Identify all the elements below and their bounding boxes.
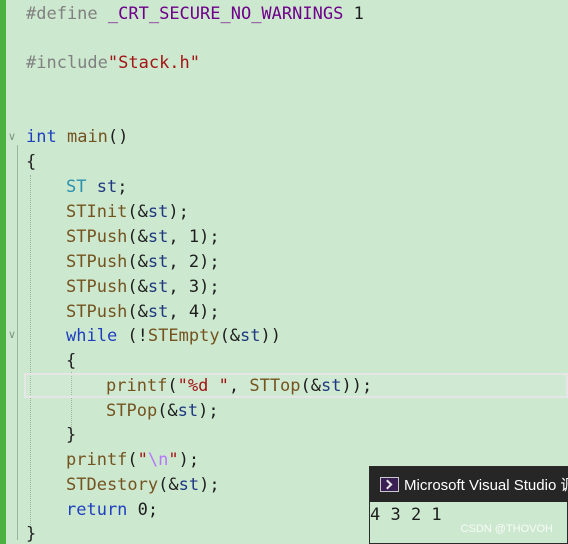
punctuation: (& [127, 277, 148, 297]
code-line-stpush: STPush(&st, 2); [66, 250, 220, 275]
function-name: STPush [66, 227, 128, 247]
code-line-brace-open: { [66, 349, 76, 374]
punctuation: (& [157, 401, 178, 421]
variable: st [177, 401, 199, 421]
code-line-declaration: ST st; [66, 175, 127, 200]
macro-value: 1 [353, 4, 364, 24]
function-name: STPush [66, 277, 128, 297]
punctuation: (& [158, 475, 179, 495]
punctuation: () [107, 127, 129, 147]
punctuation: ); [178, 450, 200, 470]
fold-region-line [17, 343, 18, 443]
punctuation: ); [198, 401, 219, 421]
variable: st [147, 302, 169, 322]
brace: } [26, 524, 37, 544]
function-name: STPop [106, 401, 158, 421]
change-tracking-bar [0, 0, 6, 544]
macro-name: _CRT_SECURE_NO_WARNINGS [107, 4, 344, 24]
punctuation: ( [127, 450, 138, 470]
function-name: printf [106, 376, 168, 396]
indent-guide [30, 175, 31, 525]
punctuation: (& [300, 376, 322, 396]
function-name: STTop [249, 376, 301, 396]
code-line-define: #define _CRT_SECURE_NO_WARNINGS 1 [26, 2, 364, 27]
punctuation: , [228, 376, 250, 396]
keyword: int [26, 127, 57, 147]
debug-console-window[interactable]: Microsoft Visual Studio 调 4 3 2 1 CSDN @… [369, 466, 568, 544]
console-output: 4 3 2 1 [370, 505, 442, 525]
variable: st [321, 376, 342, 396]
punctuation: (& [127, 227, 148, 247]
function-name: STInit [66, 202, 128, 222]
type-name: ST [66, 177, 87, 197]
punctuation: ; [117, 177, 128, 197]
code-line-include: #include"Stack.h" [26, 51, 200, 76]
function-name: printf [66, 450, 128, 470]
brace: } [66, 425, 77, 445]
string-quote: " [137, 450, 148, 470]
string-quote: " [168, 450, 179, 470]
code-line-stpush: STPush(&st, 3); [66, 275, 220, 300]
code-line-main: int main() [26, 125, 128, 150]
punctuation: ); [168, 202, 189, 222]
punctuation: 0; [127, 500, 159, 520]
code-line-return: return 0; [66, 498, 158, 523]
code-editor[interactable]: ∨ ∨ #define _CRT_SECURE_NO_WARNINGS 1 #i… [0, 0, 568, 544]
punctuation: (& [127, 202, 148, 222]
string-literal: "%d " [177, 376, 229, 396]
function-name: STDestory [66, 475, 159, 495]
code-line-stpush: STPush(&st, 4); [66, 300, 220, 325]
code-line-while: while (!STEmpty(&st)) [66, 324, 281, 349]
preprocessor-directive: #include [26, 53, 108, 73]
code-line-printf: printf("%d ", STTop(&st)); [106, 374, 372, 399]
argument: , 2); [168, 252, 220, 272]
punctuation: ); [199, 475, 220, 495]
variable: st [96, 177, 118, 197]
variable: st [240, 326, 261, 346]
argument: , 3); [168, 277, 220, 297]
argument: , 1); [168, 227, 220, 247]
variable: st [178, 475, 200, 495]
argument: , 4); [168, 302, 220, 322]
console-title: Microsoft Visual Studio 调 [404, 477, 568, 494]
punctuation: )); [341, 376, 373, 396]
fold-collapse-icon[interactable]: ∨ [8, 131, 20, 143]
variable: st [147, 277, 169, 297]
punctuation: (& [127, 252, 148, 272]
function-name: main [66, 127, 108, 147]
function-name: STEmpty [147, 326, 220, 346]
keyword: return [66, 500, 128, 520]
escape-sequence: \n [147, 450, 169, 470]
code-line-brace-close: } [26, 522, 36, 544]
include-file: "Stack.h" [107, 53, 201, 73]
keyword: while [66, 326, 118, 346]
code-line-brace-open: { [26, 150, 36, 175]
brace: { [26, 152, 37, 172]
variable: st [147, 227, 169, 247]
code-line-stinit: STInit(&st); [66, 200, 189, 225]
brace: { [66, 351, 77, 371]
fold-collapse-icon[interactable]: ∨ [8, 329, 20, 341]
code-line-brace-close: } [66, 423, 76, 448]
console-app-icon [380, 477, 399, 492]
code-line-stpush: STPush(&st, 1); [66, 225, 220, 250]
punctuation: )) [260, 326, 282, 346]
code-line-printf-newline: printf("\n"); [66, 448, 199, 473]
preprocessor-directive: #define [26, 4, 98, 24]
punctuation: (& [127, 302, 148, 322]
variable: st [147, 252, 169, 272]
function-name: STPush [66, 252, 128, 272]
watermark: CSDN @THOVOH [460, 523, 553, 535]
function-name: STPush [66, 302, 128, 322]
punctuation: ( [167, 376, 178, 396]
code-line-stpop: STPop(&st); [106, 399, 219, 424]
code-line-stdestory: STDestory(&st); [66, 473, 220, 498]
punctuation: (& [219, 326, 241, 346]
console-title-bar[interactable]: Microsoft Visual Studio 调 [370, 467, 568, 502]
punctuation: (! [117, 326, 148, 346]
variable: st [147, 202, 169, 222]
